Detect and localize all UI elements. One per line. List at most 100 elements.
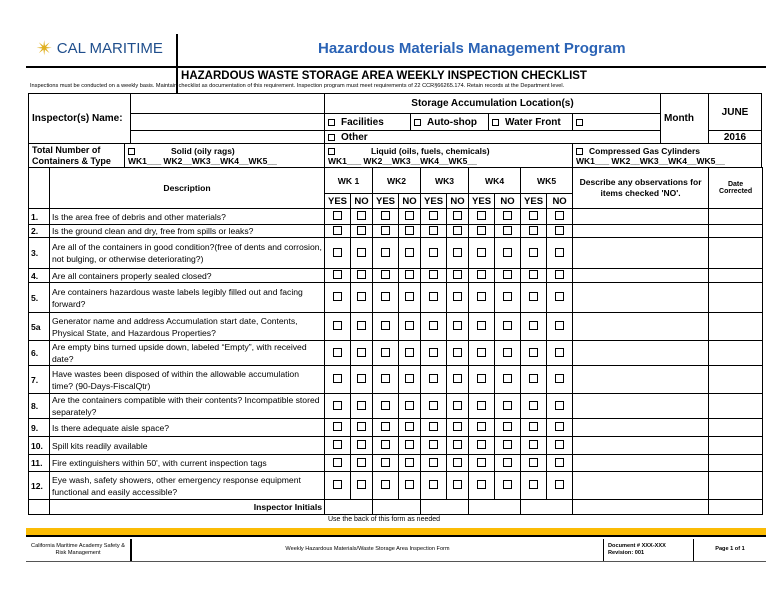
no-checkbox-cell[interactable]	[398, 393, 422, 419]
no-checkbox-cell[interactable]	[398, 237, 422, 269]
observation-field[interactable]	[572, 237, 710, 269]
checkbox[interactable]	[357, 440, 366, 449]
checkbox[interactable]	[529, 321, 539, 330]
no-checkbox-cell[interactable]	[349, 365, 374, 394]
yes-checkbox-cell[interactable]	[324, 393, 351, 419]
checkbox[interactable]	[405, 347, 415, 357]
checkbox[interactable]	[357, 400, 366, 410]
no-checkbox-cell[interactable]	[349, 393, 374, 419]
yes-checkbox-cell[interactable]	[468, 471, 496, 500]
checkbox[interactable]	[405, 400, 415, 410]
yes-checkbox-cell[interactable]	[324, 268, 351, 283]
yes-checkbox-cell[interactable]	[420, 224, 448, 238]
checkbox[interactable]	[381, 374, 391, 383]
no-checkbox-cell[interactable]	[446, 454, 470, 472]
date-corrected-field[interactable]	[708, 454, 764, 472]
checkbox[interactable]	[453, 374, 463, 383]
no-checkbox-cell[interactable]	[494, 418, 522, 437]
checkbox[interactable]	[333, 457, 342, 467]
type-solid[interactable]: Solid (oily rags) WK1___ WK2__WK3__WK4__W…	[124, 143, 325, 168]
no-checkbox-cell[interactable]	[446, 282, 470, 313]
no-checkbox-cell[interactable]	[494, 224, 522, 238]
date-corrected-field[interactable]	[708, 365, 764, 394]
checkbox[interactable]	[453, 211, 463, 220]
yes-checkbox-cell[interactable]	[420, 282, 448, 313]
checkbox[interactable]	[503, 225, 513, 235]
checkbox[interactable]	[381, 225, 391, 235]
checkbox[interactable]	[477, 321, 487, 330]
checkbox[interactable]	[333, 270, 342, 279]
checkbox[interactable]	[555, 292, 565, 301]
no-checkbox-cell[interactable]	[446, 312, 470, 341]
checkbox[interactable]	[555, 225, 565, 235]
no-checkbox-cell[interactable]	[446, 237, 470, 269]
checkbox[interactable]	[333, 422, 342, 431]
no-checkbox-cell[interactable]	[494, 268, 522, 283]
no-checkbox-cell[interactable]	[349, 224, 374, 238]
checkbox[interactable]	[503, 422, 513, 431]
no-checkbox-cell[interactable]	[546, 365, 574, 394]
checkbox[interactable]	[453, 400, 463, 410]
checkbox[interactable]	[477, 457, 487, 467]
yes-checkbox-cell[interactable]	[420, 208, 448, 225]
no-checkbox-cell[interactable]	[546, 208, 574, 225]
checkbox[interactable]	[477, 225, 487, 235]
checkbox[interactable]	[555, 270, 565, 279]
checkbox[interactable]	[381, 247, 391, 257]
yes-checkbox-cell[interactable]	[520, 224, 548, 238]
yes-checkbox-cell[interactable]	[372, 268, 400, 283]
initials-field[interactable]	[420, 499, 470, 515]
yes-checkbox-cell[interactable]	[372, 365, 400, 394]
checkbox[interactable]	[555, 440, 565, 449]
type-liquid[interactable]: Liquid (oils, fuels, chemicals) WK1___ WK…	[324, 143, 573, 168]
checkbox[interactable]	[328, 147, 335, 155]
no-checkbox-cell[interactable]	[446, 208, 470, 225]
checkbox[interactable]	[381, 270, 391, 279]
date-corrected-field[interactable]	[708, 224, 764, 238]
checkbox[interactable]	[381, 292, 391, 301]
yes-checkbox-cell[interactable]	[324, 237, 351, 269]
no-checkbox-cell[interactable]	[494, 393, 522, 419]
checkbox[interactable]	[503, 457, 513, 467]
no-checkbox-cell[interactable]	[446, 393, 470, 419]
no-checkbox-cell[interactable]	[494, 365, 522, 394]
checkbox[interactable]	[477, 374, 487, 383]
checkbox[interactable]	[333, 400, 342, 410]
checkbox[interactable]	[333, 440, 342, 449]
observation-field[interactable]	[572, 208, 710, 225]
checkbox[interactable]	[453, 440, 463, 449]
location-water-front[interactable]: Water Front	[488, 113, 573, 131]
checkbox[interactable]	[405, 480, 415, 489]
no-checkbox-cell[interactable]	[546, 224, 574, 238]
yes-checkbox-cell[interactable]	[372, 208, 400, 225]
yes-checkbox-cell[interactable]	[420, 471, 448, 500]
checkbox[interactable]	[333, 247, 342, 257]
checkbox[interactable]	[529, 400, 539, 410]
checkbox[interactable]	[503, 400, 513, 410]
checkbox[interactable]	[333, 292, 342, 301]
checkbox[interactable]	[453, 292, 463, 301]
checkbox[interactable]	[503, 292, 513, 301]
no-checkbox-cell[interactable]	[494, 340, 522, 366]
observation-field[interactable]	[572, 312, 710, 341]
no-checkbox-cell[interactable]	[398, 436, 422, 455]
checkbox[interactable]	[381, 347, 391, 357]
yes-checkbox-cell[interactable]	[520, 312, 548, 341]
checkbox[interactable]	[555, 422, 565, 431]
checkbox[interactable]	[333, 321, 342, 330]
type-compressed-gas[interactable]: Compressed Gas Cylinders WK1___ WK2__WK3_…	[572, 143, 762, 168]
date-corrected-field[interactable]	[708, 471, 764, 500]
checkbox[interactable]	[429, 440, 439, 449]
date-corrected-field[interactable]	[708, 237, 764, 269]
checkbox[interactable]	[503, 374, 513, 383]
checkbox[interactable]	[405, 321, 415, 330]
yes-checkbox-cell[interactable]	[372, 282, 400, 313]
yes-checkbox-cell[interactable]	[520, 237, 548, 269]
checkbox[interactable]	[477, 347, 487, 357]
no-checkbox-cell[interactable]	[446, 340, 470, 366]
checkbox[interactable]	[503, 480, 513, 489]
checkbox[interactable]	[405, 247, 415, 257]
yes-checkbox-cell[interactable]	[372, 224, 400, 238]
yes-checkbox-cell[interactable]	[324, 282, 351, 313]
yes-checkbox-cell[interactable]	[372, 471, 400, 500]
